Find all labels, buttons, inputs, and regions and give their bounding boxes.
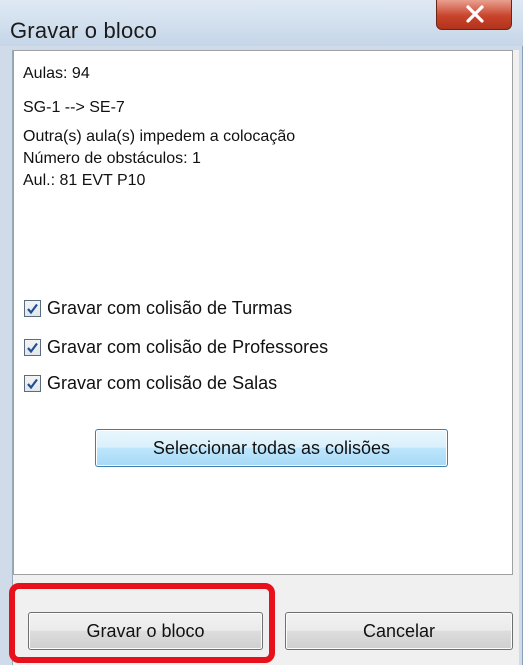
room-collision-label: Gravar com colisão de Salas — [47, 372, 278, 393]
class-collision-checkbox[interactable] — [24, 299, 41, 317]
checkmark-icon — [27, 303, 38, 314]
checkmark-icon — [27, 378, 38, 389]
lessons-count: Aulas: 94 — [23, 65, 90, 82]
checkmark-icon — [27, 342, 38, 353]
window-title: Gravar o bloco — [10, 18, 158, 43]
conflict-reason: Outra(s) aula(s) impedem a colocação — [23, 128, 296, 145]
option-teacher-collision[interactable]: Gravar com colisão de Professores — [24, 336, 328, 358]
dialog-body: Aulas: 94 SG-1 --> SE-7 Outra(s) aula(s)… — [12, 50, 519, 665]
teacher-collision-label: Gravar com colisão de Professores — [47, 336, 329, 357]
save-block-button[interactable]: Gravar o bloco — [28, 612, 263, 650]
obstacle-count: Número de obstáculos: 1 — [23, 150, 201, 167]
info-panel: Aulas: 94 SG-1 --> SE-7 Outra(s) aula(s)… — [13, 50, 513, 575]
dialog-window: Gravar o bloco Aulas: 94 SG-1 --> SE-7 O… — [0, 0, 523, 665]
cancel-button[interactable]: Cancelar — [285, 612, 513, 650]
conflicting-lesson: Aul.: 81 EVT P10 — [23, 172, 146, 189]
close-button[interactable] — [436, 0, 512, 30]
title-bar[interactable]: Gravar o bloco — [0, 0, 523, 46]
option-room-collision[interactable]: Gravar com colisão de Salas — [24, 372, 277, 394]
close-icon — [466, 5, 484, 23]
select-all-collisions-button[interactable]: Seleccionar todas as colisões — [95, 429, 448, 467]
room-collision-checkbox[interactable] — [24, 374, 41, 392]
move-description: SG-1 --> SE-7 — [23, 99, 125, 116]
class-collision-label: Gravar com colisão de Turmas — [47, 297, 293, 318]
option-class-collision[interactable]: Gravar com colisão de Turmas — [24, 297, 292, 319]
teacher-collision-checkbox[interactable] — [24, 338, 41, 356]
